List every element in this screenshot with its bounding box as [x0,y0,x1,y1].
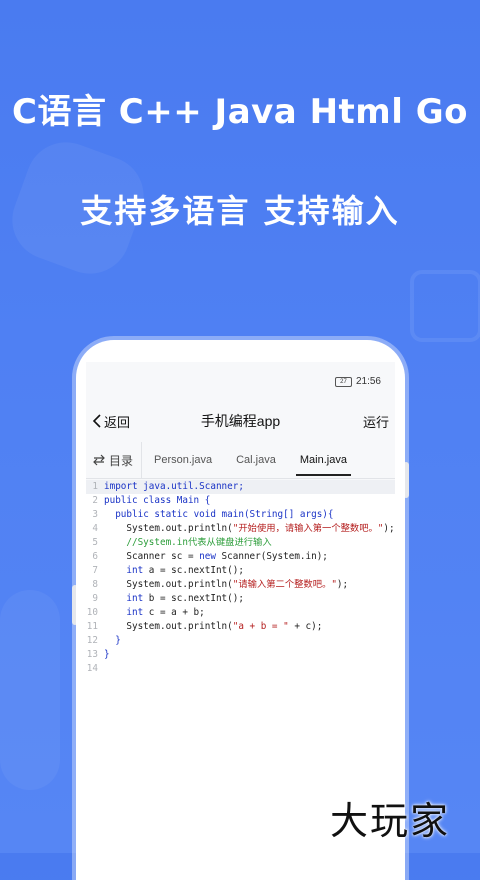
run-button[interactable]: 运行 [363,412,389,431]
file-tabs: 目录 Person.java Cal.java Main.java [86,442,395,479]
code-line: 12 } [86,635,121,646]
code-line: 5 //System.in代表从键盘进行输入 [92,537,272,548]
headline-languages: C语言 C++ Java Html Go [12,92,468,132]
code-line: 4 System.out.println("开始使用，请输入第一个整数吧。"); [92,523,395,534]
battery-icon: 27 [334,376,352,387]
code-line: 1 import java.util.Scanner; [86,480,395,494]
tab-cal-java[interactable]: Cal.java [224,442,288,478]
watermark-logo: 大玩家 [330,799,451,843]
code-line: 7 int a = sc.nextInt(); [92,565,244,576]
tab-main-java[interactable]: Main.java [288,442,359,478]
status-bar: 27 21:56 [334,376,381,387]
decor-shape [410,270,480,342]
code-line: 9 int b = sc.nextInt(); [92,593,244,604]
tab-person-java[interactable]: Person.java [142,442,224,478]
app-title: 手机编程app [200,413,281,429]
code-line: 3 public static void main(String[] args)… [92,509,334,520]
decor-shape [0,590,60,790]
directory-button[interactable]: 目录 [86,442,143,478]
code-line: 14 [86,663,98,674]
code-line: 8 System.out.println("请输入第二个整数吧。"); [92,579,349,590]
code-line: 2 public class Main { [92,495,211,506]
status-time: 21:56 [355,376,381,387]
code-line: 10 int c = a + b; [86,607,205,618]
directory-label: 目录 [109,453,134,468]
headline-features: 支持多语言 支持输入 [80,192,400,230]
code-line: 6 Scanner sc = new Scanner(System.in); [92,551,328,562]
code-line: 13} [86,649,110,660]
code-line: 11 System.out.println("a + b = " + c); [86,621,323,632]
app-title-bar: 返回 手机编程app 运行 [86,408,395,434]
swap-icon [93,454,105,466]
